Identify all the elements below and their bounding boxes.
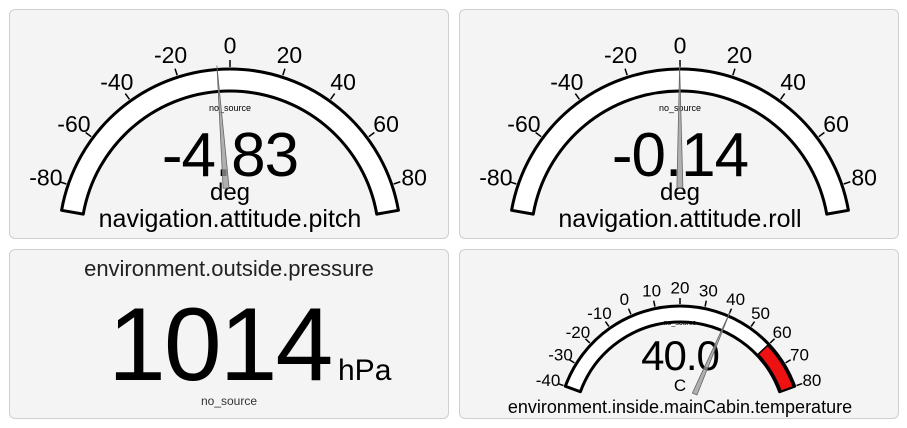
gauge-tick-label: 70 [790,345,809,364]
gauge-tick-mark [704,300,708,307]
gauge-tick-label: 0 [224,33,237,59]
gauge-tick-label: 0 [674,33,687,59]
gauge-tick-label: -80 [29,164,62,190]
gauge-tick-label: -10 [587,304,612,323]
gauge-tick-label: 80 [802,371,821,390]
gauge-tick-label: 30 [699,282,718,301]
gauge-tick-label: -20 [604,42,637,68]
pressure-display-panel: environment.outside.pressure 1014 hPa no… [9,249,449,419]
gauge-source-label: no_source [664,320,697,327]
pressure-source-label: no_source [200,394,258,408]
roll-gauge: -80-60-40-20020406080 no_source -0.14 de… [479,33,877,233]
cabin-temperature-gauge: -40-30-20-100 10 20 30 4050607080 no_source … [508,279,852,417]
gauge-tick-label: 60 [773,323,792,342]
gauge-tick-label: -30 [548,345,573,364]
gauge-tick-mark [652,300,656,307]
gauge-tick-mark [627,308,632,315]
pressure-unit: hPa [338,354,392,387]
gauge-tick-mark [393,181,401,185]
gauge-tick-label: 80 [401,164,427,190]
gauge-tick-label: 20 [727,42,753,68]
roll-gauge-panel: -80-60-40-20020406080 no_source -0.14 de… [459,9,899,239]
gauge-tick-mark [843,181,851,185]
gauge-tick-mark [732,68,736,76]
gauge-tick-label: 40 [780,69,806,95]
pitch-gauge: -80-60-40-20 0 20406080 no_source -4.83 de… [29,33,427,233]
gauge-path-title: navigation.attitude.roll [558,205,801,233]
gauge-path-title: navigation.attitude.pitch [99,205,362,233]
gauge-unit-label: deg [210,179,250,206]
gauge-tick-label: -20 [566,323,591,342]
gauge-tick-label: 0 [620,290,629,309]
gauge-tick-label: 40 [330,69,356,95]
gauge-tick-label: -20 [154,42,187,68]
gauge-tick-label: -40 [100,69,133,95]
pitch-gauge-panel: -80 -60 -40 -20 0 20 40 60 80 no_source -4.83 de… [9,9,449,239]
gauge-tick-label: -60 [57,111,90,137]
gauge-unit-label: C [674,376,686,395]
gauge-tick-label: -40 [550,69,583,95]
gauge-tick-label: 80 [851,164,877,190]
gauge-path-title: environment.inside.mainCabin.temperature [508,397,852,417]
gauge-tick-label: -80 [479,164,512,190]
gauge-tick-label: 60 [823,111,849,137]
gauge-tick-label: 60 [373,111,399,137]
cabin-temperature-gauge-panel: -40 -30 -20 -10 0 10 20 30 40 50 60 70 80 no_source … [459,249,899,419]
gauge-tick-label: 20 [671,279,690,298]
gauge-source-label: no_source [209,103,251,113]
gauge-tick-label: 40 [726,290,745,309]
gauge-tick-label: 10 [642,282,661,301]
gauge-tick-mark [282,68,286,76]
gauge-tick-label: 50 [751,304,770,323]
gauge-value-readout: 40.0 [641,332,719,379]
gauge-tick-label: -60 [507,111,540,137]
pressure-value: 1014 [108,287,333,403]
gauge-tick-label: 20 [277,42,303,68]
gauge-tick-mark [624,68,628,76]
gauge-tick-mark [796,382,803,387]
gauge-tick-mark [174,68,178,76]
pressure-path-title: environment.outside.pressure [84,256,374,281]
gauge-tick-label: -40 [536,371,561,390]
